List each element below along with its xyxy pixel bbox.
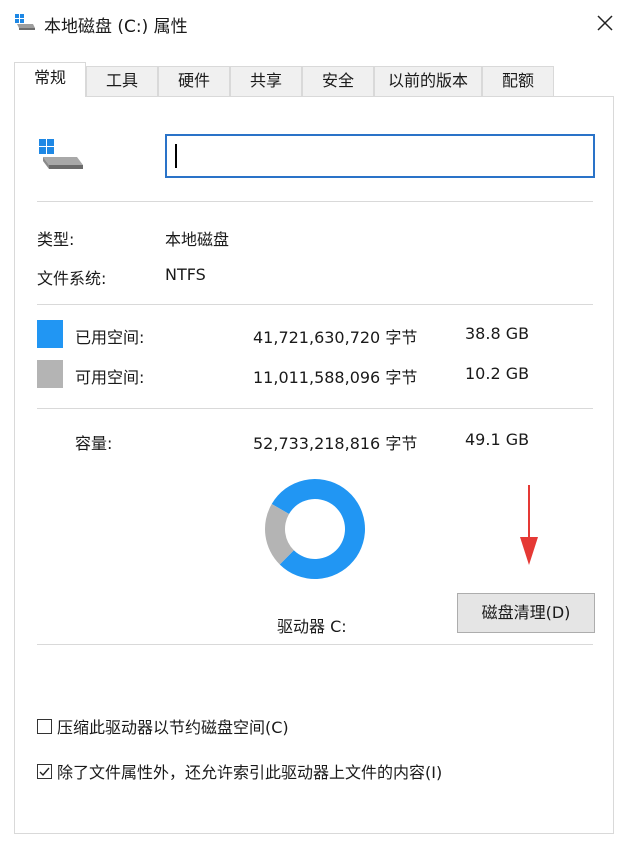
free-space-label: 可用空间: (75, 368, 145, 387)
used-space-bytes: 41,721,630,720 字节 (253, 328, 418, 347)
used-space-label: 已用空间: (75, 328, 145, 347)
close-icon (597, 15, 613, 31)
type-value: 本地磁盘 (165, 230, 230, 249)
used-space-size: 38.8 GB (465, 324, 530, 343)
tab-tools[interactable]: 工具 (86, 66, 158, 96)
annotation-arrow (520, 485, 538, 565)
free-space-bytes: 11,011,588,096 字节 (253, 368, 418, 387)
tab-quota[interactable]: 配额 (482, 66, 554, 96)
index-option[interactable]: 除了文件属性外，还允许索引此驱动器上文件的内容(I) (37, 759, 442, 783)
type-label: 类型: (37, 230, 75, 249)
index-label: 除了文件属性外，还允许索引此驱动器上文件的内容(I) (57, 763, 443, 782)
checkmark-icon (39, 767, 50, 776)
filesystem-value: NTFS (165, 265, 206, 284)
tab-sharing[interactable]: 共享 (230, 66, 302, 96)
general-panel: 类型: 本地磁盘 文件系统: NTFS 已用空间: 41,721,630,720… (14, 96, 614, 834)
free-space-size: 10.2 GB (465, 364, 530, 383)
drive-icon (15, 14, 35, 30)
used-space-slice (271, 479, 365, 579)
drive-name-input[interactable] (165, 134, 595, 178)
usage-donut-chart (265, 479, 365, 579)
filesystem-label: 文件系统: (37, 269, 107, 288)
capacity-label: 容量: (75, 434, 113, 453)
compress-label: 压缩此驱动器以节约磁盘空间(C) (57, 718, 289, 737)
index-checkbox[interactable] (37, 763, 52, 779)
tab-hardware[interactable]: 硬件 (158, 66, 230, 96)
close-button[interactable] (582, 0, 628, 46)
properties-window: 本地磁盘 (C:) 属性 常规 工具 硬件 共享 安全 以前的版本 配额 类型: (0, 0, 628, 849)
drive-large-icon (39, 139, 83, 169)
divider (37, 408, 593, 409)
used-space-swatch (37, 320, 63, 348)
title-bar: 本地磁盘 (C:) 属性 (0, 0, 628, 46)
window-title: 本地磁盘 (C:) 属性 (44, 17, 188, 37)
free-space-swatch (37, 360, 63, 388)
compress-checkbox[interactable] (37, 718, 52, 734)
compress-option[interactable]: 压缩此驱动器以节约磁盘空间(C) (37, 714, 289, 738)
capacity-size: 49.1 GB (465, 430, 530, 449)
tab-security[interactable]: 安全 (302, 66, 374, 96)
divider (37, 304, 593, 305)
tab-strip: 常规 工具 硬件 共享 安全 以前的版本 配额 (14, 62, 614, 97)
drive-label: 驱动器 C: (277, 617, 347, 636)
tab-general[interactable]: 常规 (14, 62, 86, 97)
disk-cleanup-button[interactable]: 磁盘清理(D) (457, 593, 595, 633)
tab-previous-versions[interactable]: 以前的版本 (374, 66, 482, 96)
capacity-bytes: 52,733,218,816 字节 (253, 434, 418, 453)
divider (37, 201, 593, 202)
divider (37, 644, 593, 645)
text-caret (175, 144, 177, 168)
